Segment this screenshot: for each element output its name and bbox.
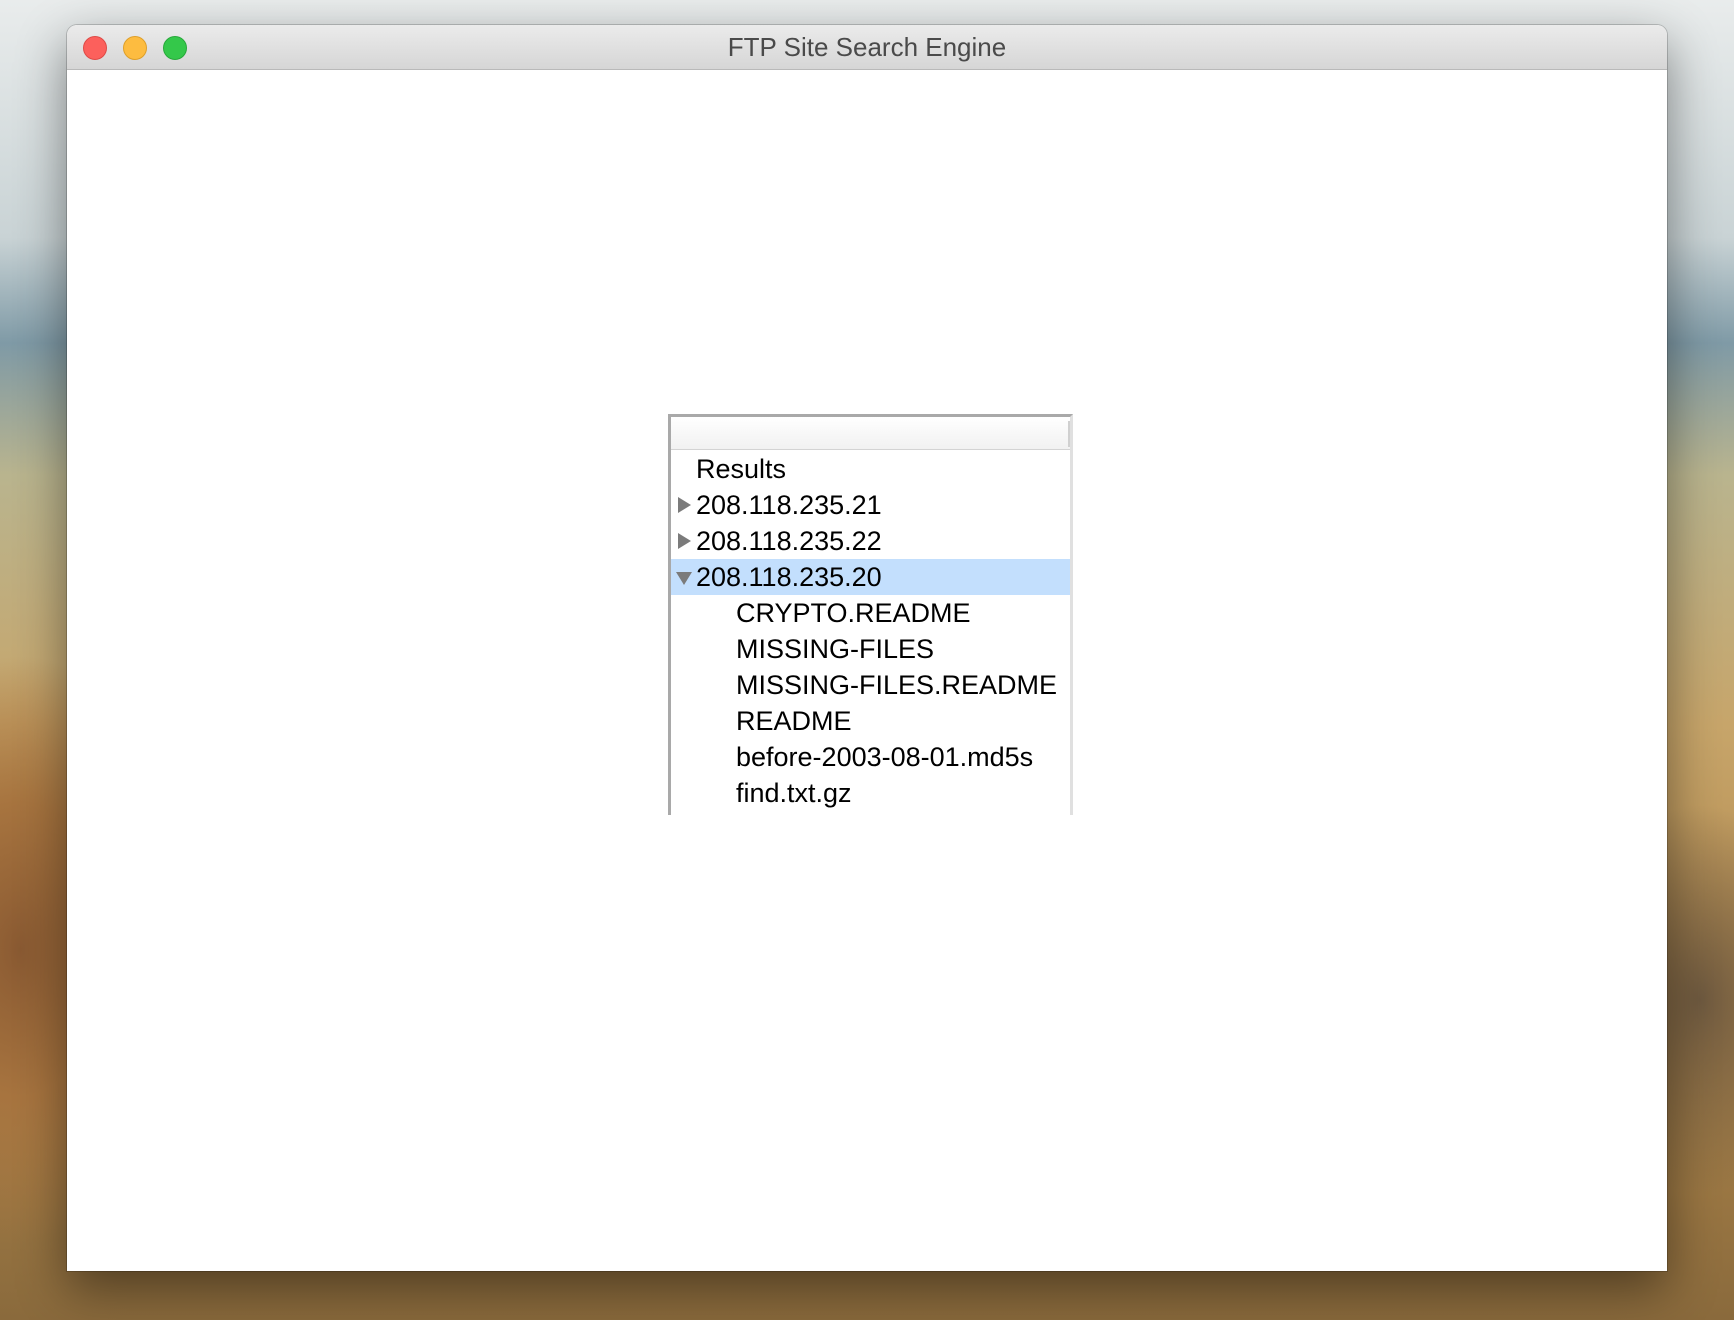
main-content: Results 208.118.235.21 208.118.235.22 20…: [67, 70, 1667, 1271]
title-bar[interactable]: FTP Site Search Engine: [67, 25, 1667, 70]
results-tree[interactable]: Results 208.118.235.21 208.118.235.22 20…: [668, 414, 1073, 815]
tree-node-row-selected[interactable]: 208.118.235.20: [671, 559, 1070, 595]
tree-root-label: Results: [696, 454, 787, 484]
file-name: MISSING-FILES: [736, 634, 935, 664]
collapsed-triangle-icon[interactable]: [675, 487, 695, 523]
tree-root-row[interactable]: Results: [671, 451, 1070, 487]
tree-leaf-row[interactable]: MISSING-FILES.README: [671, 667, 1070, 703]
window-title: FTP Site Search Engine: [727, 32, 1007, 62]
collapsed-triangle-icon[interactable]: [675, 523, 695, 559]
expanded-triangle-icon[interactable]: [675, 559, 695, 595]
tree-column-header[interactable]: [671, 417, 1070, 450]
file-name: MISSING-FILES.README: [736, 670, 1058, 700]
column-header-divider: [1068, 421, 1070, 447]
tree-leaf-row[interactable]: CRYPTO.README: [671, 595, 1070, 631]
file-name: before-2003-08-01.md5s: [736, 742, 1034, 772]
file-name: README: [736, 706, 852, 736]
tree-node-label: 208.118.235.21: [696, 490, 882, 520]
file-name: find.txt.gz: [736, 778, 852, 808]
tree-leaf-row[interactable]: MISSING-FILES: [671, 631, 1070, 667]
tree-node-row[interactable]: 208.118.235.22: [671, 523, 1070, 559]
tree-node-label: 208.118.235.20: [696, 562, 882, 592]
tree-leaf-row[interactable]: before-2003-08-01.md5s: [671, 739, 1070, 775]
tree-node-label: 208.118.235.22: [696, 526, 882, 556]
tree-leaf-row[interactable]: find.txt.gz: [671, 775, 1070, 811]
file-name: CRYPTO.README: [736, 598, 971, 628]
app-window: FTP Site Search Engine Results 208.118.2…: [67, 25, 1667, 1271]
tree-leaf-row[interactable]: README: [671, 703, 1070, 739]
tree-node-row[interactable]: 208.118.235.21: [671, 487, 1070, 523]
